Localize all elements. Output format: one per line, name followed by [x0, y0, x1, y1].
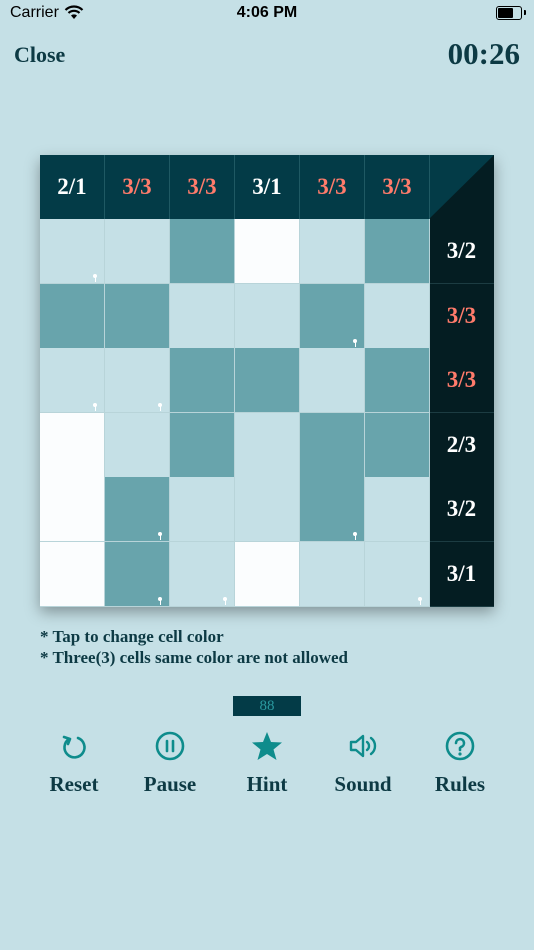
row-header: 3/2: [429, 477, 494, 542]
hint-label: Hint: [246, 772, 288, 796]
corner-cell: [429, 155, 494, 219]
row-header: 3/3: [429, 283, 494, 349]
reset-button[interactable]: Reset: [24, 728, 124, 803]
move-counter: 88: [233, 696, 301, 716]
grid-cell[interactable]: [300, 348, 365, 413]
grid-cell[interactable]: [300, 541, 365, 607]
grid-cell[interactable]: [40, 283, 105, 349]
sound-label: Sound: [334, 772, 392, 796]
grid-cell[interactable]: [40, 219, 105, 284]
question-icon: [445, 731, 475, 761]
grid-cell[interactable]: [365, 541, 430, 607]
game-board: 2/1 3/3 3/3 3/1 3/3 3/3 3/2 3/3 3/3 2/3 3/2 3/1: [40, 155, 494, 607]
grid-cell[interactable]: [300, 219, 365, 284]
grid-cell[interactable]: [170, 477, 235, 542]
pin-icon: [93, 274, 97, 282]
sound-button[interactable]: Sound: [313, 728, 413, 803]
column-header: 3/1: [235, 155, 300, 219]
pin-icon: [93, 403, 97, 411]
grid-cell[interactable]: [235, 219, 300, 284]
column-header: 2/1: [40, 155, 105, 219]
row-header: 3/1: [429, 541, 494, 607]
grid-cell[interactable]: [105, 283, 170, 349]
grid-cell[interactable]: [235, 477, 300, 542]
hint-button[interactable]: Hint: [217, 728, 317, 803]
pin-icon: [353, 532, 357, 540]
grid-cell[interactable]: [170, 283, 235, 349]
grid-cell[interactable]: [235, 412, 300, 478]
column-header: 3/3: [300, 155, 365, 219]
grid-cell[interactable]: [105, 219, 170, 284]
grid-cell[interactable]: [365, 348, 430, 413]
row-header: 3/2: [429, 219, 494, 284]
grid-cell[interactable]: [300, 477, 365, 542]
grid-cell[interactable]: [40, 477, 105, 542]
grid-cell[interactable]: [300, 412, 365, 478]
pin-icon: [353, 338, 357, 347]
pin-icon: [223, 596, 227, 605]
grid-cell[interactable]: [170, 412, 235, 478]
grid-cell[interactable]: [365, 283, 430, 349]
pin-icon: [158, 596, 162, 605]
grid-cell[interactable]: [170, 541, 235, 607]
toolbar: Reset Pause Hint Sound Rules: [0, 728, 534, 808]
pause-icon: [155, 731, 185, 761]
grid-cell[interactable]: [365, 219, 430, 284]
pin-icon: [158, 532, 162, 540]
grid-cell[interactable]: [300, 283, 365, 349]
grid-cell[interactable]: [105, 541, 170, 607]
star-icon: [252, 732, 282, 760]
grid-cell[interactable]: [170, 348, 235, 413]
grid-cell[interactable]: [105, 348, 170, 413]
column-header: 3/3: [105, 155, 170, 219]
grid-cell[interactable]: [105, 477, 170, 542]
grid-cell[interactable]: [365, 477, 430, 542]
pause-label: Pause: [143, 772, 197, 796]
column-header: 3/3: [365, 155, 430, 219]
battery-icon: [496, 6, 526, 20]
reset-icon: [62, 735, 86, 759]
speaker-icon: [349, 734, 377, 758]
reset-label: Reset: [49, 772, 99, 796]
timer: 00:26: [447, 36, 520, 71]
pin-icon: [158, 403, 162, 411]
grid-cell[interactable]: [170, 219, 235, 284]
pin-icon: [418, 596, 422, 605]
row-header: 3/3: [429, 348, 494, 413]
grid-cell[interactable]: [40, 541, 105, 607]
grid-cell[interactable]: [235, 541, 300, 607]
instruction-line: * Three(3) cells same color are not allo…: [40, 648, 348, 667]
status-bar: Carrier 4:06 PM: [0, 0, 534, 28]
grid-cell[interactable]: [235, 348, 300, 413]
grid-cell[interactable]: [40, 412, 105, 478]
close-button[interactable]: Close: [14, 42, 65, 68]
clock: 4:06 PM: [236, 4, 298, 21]
row-header: 2/3: [429, 412, 494, 478]
grid-cell[interactable]: [105, 412, 170, 478]
grid-cell[interactable]: [235, 283, 300, 349]
rules-label: Rules: [434, 772, 486, 796]
instruction-line: * Tap to change cell color: [40, 627, 224, 646]
instructions: * Tap to change cell color * Three(3) ce…: [40, 626, 348, 668]
rules-button[interactable]: Rules: [410, 728, 510, 803]
grid-cell[interactable]: [365, 412, 430, 478]
pause-button[interactable]: Pause: [120, 728, 220, 803]
column-header: 3/3: [170, 155, 235, 219]
grid-cell[interactable]: [40, 348, 105, 413]
